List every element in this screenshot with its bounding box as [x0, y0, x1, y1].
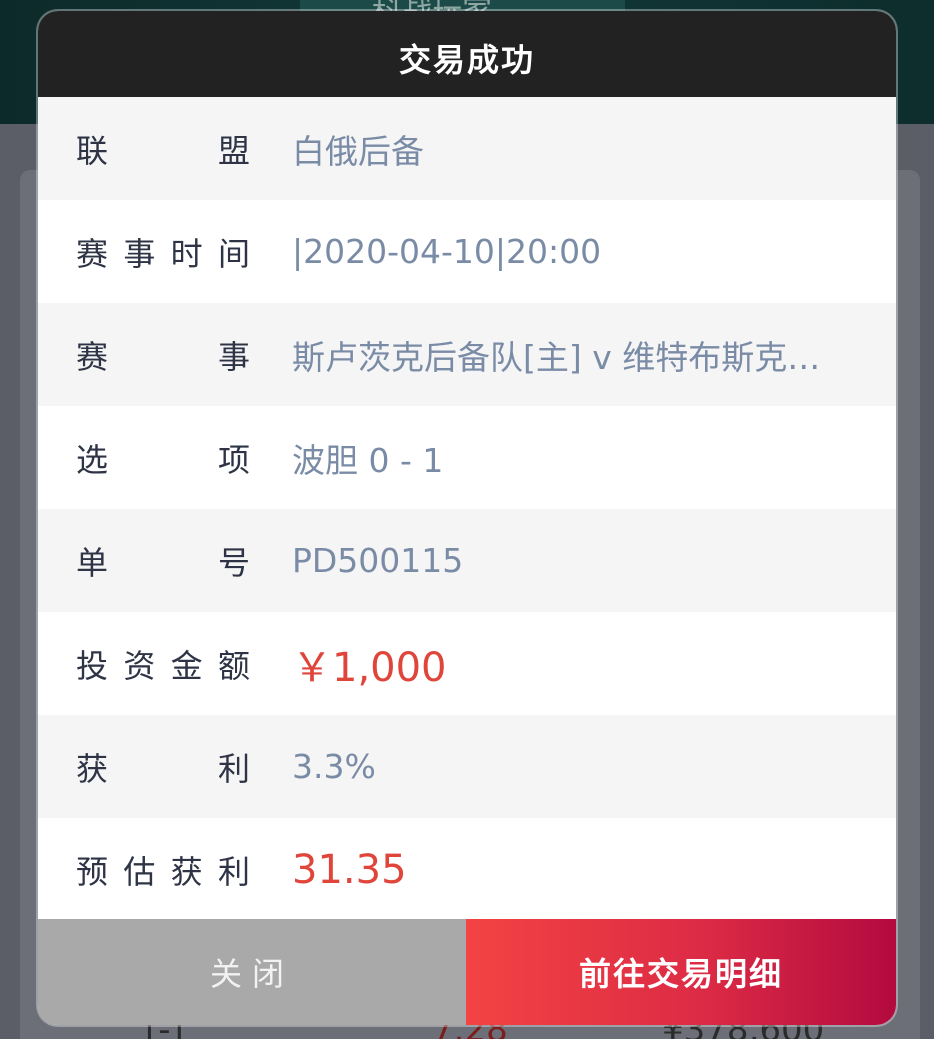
row-value: 3.3%	[292, 747, 376, 786]
row-label-char: 赛	[76, 337, 109, 376]
row-label-char: 盟	[217, 131, 250, 170]
row-label-char: 间	[217, 234, 250, 273]
row-label-char: 利	[217, 749, 250, 788]
dialog-title: 交易成功	[398, 41, 535, 79]
row-label-char: 项	[217, 440, 250, 479]
trade-success-dialog: 交易成功 联盟白俄后备赛事时间 |2020-04-10|20:00 赛事斯卢茨克后备…	[38, 11, 896, 1025]
row-label: 单号	[76, 538, 250, 584]
detail-row-order-number: 单号 PD500115	[38, 509, 896, 612]
detail-row-option: 选项波胆 0 - 1	[38, 406, 896, 509]
row-label-char: 号	[217, 543, 250, 582]
detail-row-match-time: 赛事时间 |2020-04-10|20:00	[38, 200, 896, 303]
row-label-char: 资	[123, 646, 156, 685]
row-label-char: 估	[123, 852, 156, 891]
row-value: 波胆 0 - 1	[292, 440, 444, 480]
row-label-char: 事	[217, 337, 250, 376]
row-label: 投资金额	[76, 641, 250, 687]
dialog-footer: 关闭 前往交易明细	[38, 919, 896, 1025]
detail-row-league: 联盟白俄后备	[38, 97, 896, 200]
row-label: 预估获利	[76, 847, 250, 893]
row-label-char: 额	[217, 646, 250, 685]
detail-row-estimated-profit: 预估获利 31.35	[38, 818, 896, 921]
row-value: ￥1,000	[292, 644, 447, 691]
close-button[interactable]: 关闭	[38, 919, 466, 1025]
row-label: 赛事	[76, 332, 250, 378]
dialog-header: 交易成功	[38, 11, 896, 97]
row-label-char: 事	[123, 234, 156, 273]
row-label: 联盟	[76, 126, 250, 172]
row-label-char: 赛	[76, 234, 109, 273]
row-value: 斯卢茨克后备队[主] v 维特布斯克后备队	[292, 337, 832, 377]
row-label: 选项	[76, 435, 250, 481]
row-label-char: 投	[76, 646, 109, 685]
row-label-char: 获	[170, 852, 203, 891]
detail-row-match: 赛事斯卢茨克后备队[主] v 维特布斯克后备队	[38, 303, 896, 406]
row-label-char: 金	[170, 646, 203, 685]
detail-row-investment-amount: 投资金额 ￥1,000	[38, 612, 896, 715]
row-value: 白俄后备	[292, 131, 424, 171]
row-label-char: 单	[76, 543, 109, 582]
row-label: 获利	[76, 744, 250, 790]
view-trade-details-button[interactable]: 前往交易明细	[466, 919, 896, 1025]
row-label-char: 利	[217, 852, 250, 891]
row-label-char: 选	[76, 440, 109, 479]
row-value: PD500115	[292, 541, 464, 580]
row-label-char: 时	[170, 234, 203, 273]
row-label-char: 获	[76, 749, 109, 788]
row-label-char: 预	[76, 852, 109, 891]
row-label: 赛事时间	[76, 229, 250, 275]
detail-rows: 联盟白俄后备赛事时间 |2020-04-10|20:00 赛事斯卢茨克后备队[主] …	[38, 97, 896, 921]
row-label-char: 联	[76, 131, 109, 170]
detail-row-profit-rate: 获利 3.3%	[38, 715, 896, 818]
row-value: 31.35	[292, 846, 407, 893]
row-value: |2020-04-10|20:00	[292, 232, 602, 271]
